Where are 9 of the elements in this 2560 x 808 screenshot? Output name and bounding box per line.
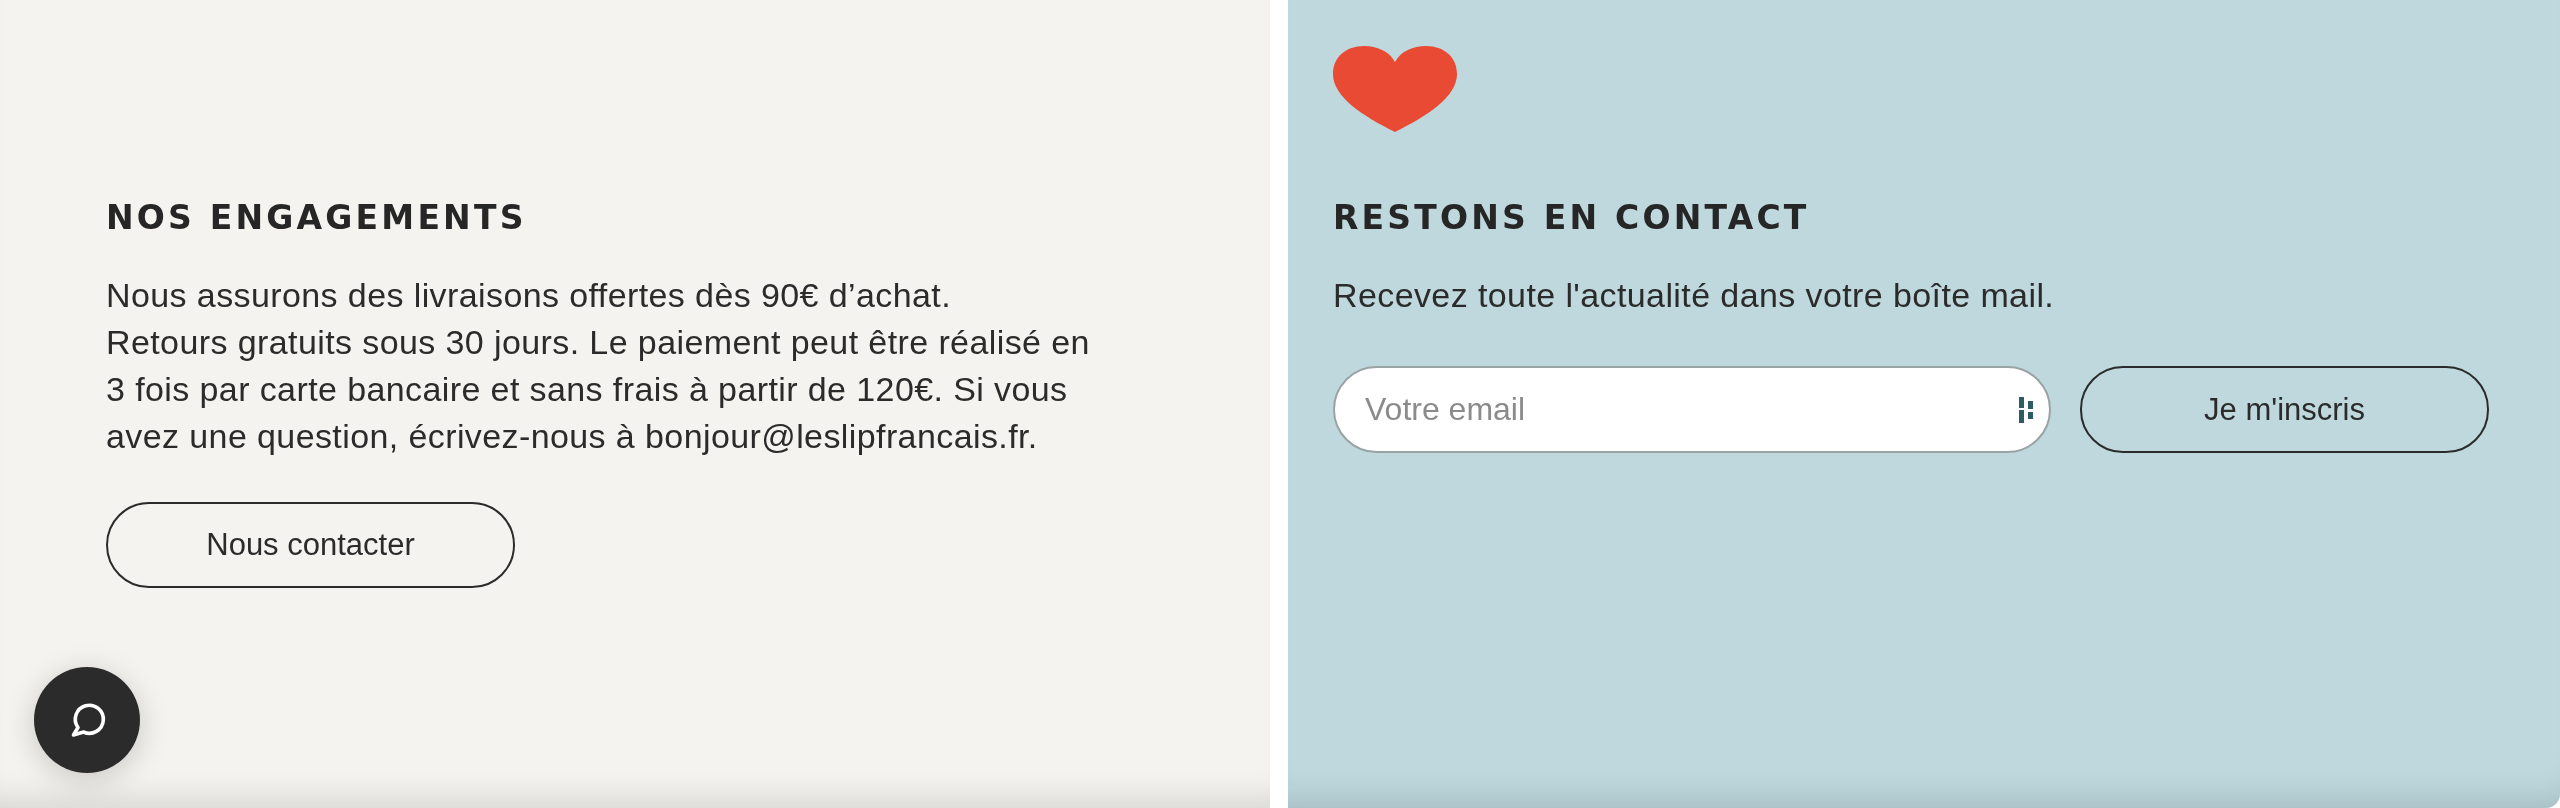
section-heading: RESTONS EN CONTACT (1333, 200, 1810, 236)
heart-icon (1333, 46, 1457, 132)
subscribe-button[interactable]: Je m'inscris (2080, 366, 2489, 453)
email-input[interactable]: Votre email (1333, 366, 2051, 453)
newsletter-text: Recevez toute l'actualité dans votre boîte mail. (1333, 275, 2055, 316)
section-heading: NOS ENGAGEMENTS (106, 200, 527, 236)
engagements-text: Nous assurons des livraisons offertes dès 90€ d’achat. Retours gratuits sous 30 jours. Le paiement peut être réalisé en 3 fois par carte bancaire et sans frais à partir de 120€. Si vous avez une question, écrivez-nous à bonjour@leslipfrancais.fr. (106, 275, 1091, 457)
bars-icon (2019, 397, 2033, 423)
contact-button[interactable]: Nous contacter (106, 502, 515, 588)
